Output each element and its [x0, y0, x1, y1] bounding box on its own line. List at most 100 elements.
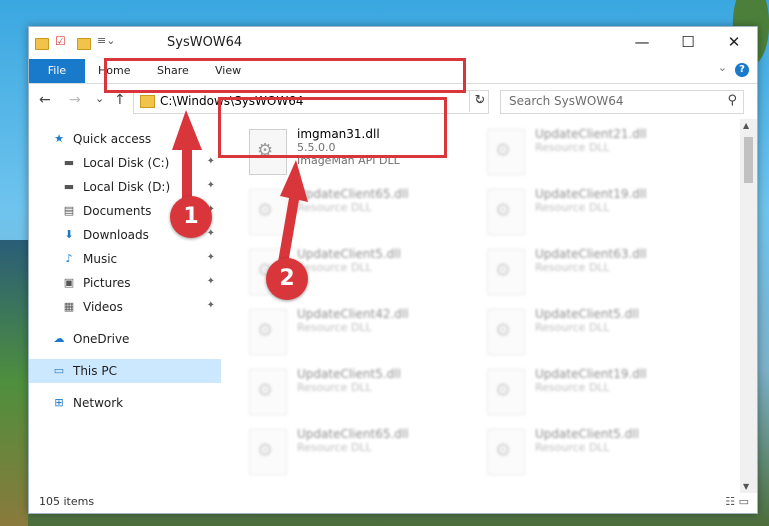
file-item[interactable]: UpdateClient63.dllResource DLL: [487, 247, 707, 303]
dll-file-icon: [249, 309, 287, 355]
file-info: UpdateClient42.dll Resource DLL: [297, 307, 409, 363]
sidebar-item-quick-access[interactable]: ★ Quick access: [29, 127, 221, 151]
status-bar: 105 items ☷ ▭: [29, 491, 757, 513]
computer-icon: ▭: [53, 364, 65, 377]
file-info: UpdateClient5.dll Resource DLL: [535, 307, 639, 363]
window-title: SysWOW64: [167, 35, 243, 50]
file-type: Resource DLL: [535, 141, 610, 154]
cloud-icon: ☁: [53, 332, 65, 345]
network-icon: ⊞: [54, 396, 64, 409]
scroll-down-icon[interactable]: ▼: [743, 482, 749, 491]
refresh-button[interactable]: ↻: [469, 90, 490, 112]
file-item[interactable]: UpdateClient65.dllResource DLL: [249, 427, 469, 483]
scroll-thumb[interactable]: [744, 137, 753, 183]
file-item[interactable]: UpdateClient5.dllResource DLL: [487, 427, 707, 483]
video-icon: ▦: [63, 300, 75, 313]
scroll-up-icon[interactable]: ▲: [743, 121, 749, 130]
file-item[interactable]: UpdateClient5.dllResource DLL: [487, 307, 707, 363]
file-name: UpdateClient65.dll: [297, 427, 409, 441]
sidebar-item-pictures[interactable]: ▣ Pictures ✦: [29, 271, 221, 295]
file-type: Resource DLL: [535, 201, 610, 214]
sidebar-item-label: Music: [83, 252, 118, 266]
navigation-pane: ★ Quick access ▬ Local Disk (C:) ✦ ▬ Local Dis…: [29, 119, 221, 491]
sidebar-item-label: Local Disk (C:): [83, 156, 170, 170]
file-type: Resource DLL: [297, 321, 372, 334]
help-icon[interactable]: ?: [735, 63, 749, 77]
file-item[interactable]: UpdateClient21.dllResource DLL: [487, 127, 707, 183]
file-name: UpdateClient5.dll: [297, 367, 401, 381]
recent-locations-button[interactable]: ⌄: [95, 92, 104, 105]
sidebar-item-onedrive[interactable]: ☁ OneDrive: [29, 327, 221, 351]
dll-file-icon: [487, 249, 525, 295]
vertical-scrollbar[interactable]: ▲ ▼: [740, 119, 757, 493]
sidebar-item-music[interactable]: ♪ Music ✦: [29, 247, 221, 271]
search-icon[interactable]: ⚲: [727, 93, 737, 108]
collapse-ribbon-icon[interactable]: ⌄: [718, 61, 727, 74]
customize-toolbar-icon[interactable]: ≡⌄: [97, 34, 115, 50]
pin-icon[interactable]: ✦: [207, 276, 215, 287]
file-info: UpdateClient65.dll Resource DLL: [297, 187, 409, 243]
dll-file-icon: [487, 369, 525, 415]
properties-icon[interactable]: ☑: [55, 34, 71, 50]
file-item[interactable]: UpdateClient5.dllResource DLL: [249, 367, 469, 423]
sidebar-item-label: OneDrive: [73, 332, 130, 346]
folder-icon: [35, 37, 49, 50]
step-marker-2: 2: [266, 258, 308, 300]
file-name: UpdateClient19.dll: [535, 187, 647, 201]
file-item[interactable]: UpdateClient19.dllResource DLL: [487, 367, 707, 423]
dll-file-icon: [487, 129, 525, 175]
sidebar-item-label: This PC: [73, 364, 117, 378]
maximize-button[interactable]: ☐: [665, 27, 711, 57]
minimize-button[interactable]: —: [619, 27, 665, 57]
pin-icon[interactable]: ✦: [207, 228, 215, 239]
file-type: Resource DLL: [297, 381, 372, 394]
file-info: UpdateClient19.dll Resource DLL: [535, 187, 647, 243]
pin-icon[interactable]: ✦: [207, 300, 215, 311]
pin-icon[interactable]: ✦: [207, 252, 215, 263]
file-item[interactable]: UpdateClient42.dllResource DLL: [249, 307, 469, 363]
file-type: Resource DLL: [535, 441, 610, 454]
file-name: UpdateClient42.dll: [297, 307, 409, 321]
pin-icon[interactable]: ✦: [207, 156, 215, 167]
file-name: UpdateClient5.dll: [297, 247, 401, 261]
star-icon: ★: [54, 132, 64, 145]
file-type: Resource DLL: [535, 261, 610, 274]
search-input[interactable]: Search SysWOW64 ⚲: [500, 90, 744, 114]
sidebar-item-label: Pictures: [83, 276, 131, 290]
dll-file-icon: [487, 309, 525, 355]
sidebar-item-label: Network: [73, 396, 124, 410]
file-list: imgman31.dll5.5.0.0ImageMan API DLLUpdat…: [239, 119, 735, 491]
sidebar-item-this-pc[interactable]: ▭ This PC: [29, 359, 221, 383]
close-button[interactable]: ✕: [711, 27, 757, 57]
window-controls: — ☐ ✕: [619, 27, 757, 57]
file-type: Resource DLL: [535, 381, 610, 394]
file-highlight-box: [218, 97, 447, 158]
new-folder-icon[interactable]: [77, 37, 91, 50]
file-info: UpdateClient65.dll Resource DLL: [297, 427, 409, 483]
sidebar-item-network[interactable]: ⊞ Network: [29, 391, 221, 415]
desktop-background: [0, 240, 28, 526]
tab-file[interactable]: File: [29, 59, 85, 83]
file-info: UpdateClient21.dll Resource DLL: [535, 127, 647, 183]
pin-icon[interactable]: ✦: [207, 180, 215, 191]
file-type: Resource DLL: [297, 441, 372, 454]
file-name: UpdateClient5.dll: [535, 427, 639, 441]
download-icon: ⬇: [64, 228, 74, 241]
forward-button[interactable]: →: [69, 92, 81, 108]
view-toggle-icons[interactable]: ☷ ▭: [725, 495, 749, 508]
file-type: Resource DLL: [297, 201, 372, 214]
folder-icon: [140, 95, 155, 108]
file-name: UpdateClient65.dll: [297, 187, 409, 201]
back-button[interactable]: ←: [39, 92, 51, 108]
file-info: UpdateClient5.dll Resource DLL: [297, 247, 401, 303]
up-button[interactable]: ↑: [114, 92, 126, 108]
file-name: UpdateClient5.dll: [535, 307, 639, 321]
sidebar-item-local-disk-c[interactable]: ▬ Local Disk (C:) ✦: [29, 151, 221, 175]
file-item[interactable]: UpdateClient65.dllResource DLL: [249, 187, 469, 243]
file-item[interactable]: UpdateClient19.dllResource DLL: [487, 187, 707, 243]
address-highlight-box: [104, 58, 466, 93]
dll-file-icon: [249, 429, 287, 475]
document-icon: ▤: [63, 204, 75, 217]
sidebar-item-videos[interactable]: ▦ Videos ✦: [29, 295, 221, 319]
sidebar-item-label: Quick access: [73, 132, 152, 146]
